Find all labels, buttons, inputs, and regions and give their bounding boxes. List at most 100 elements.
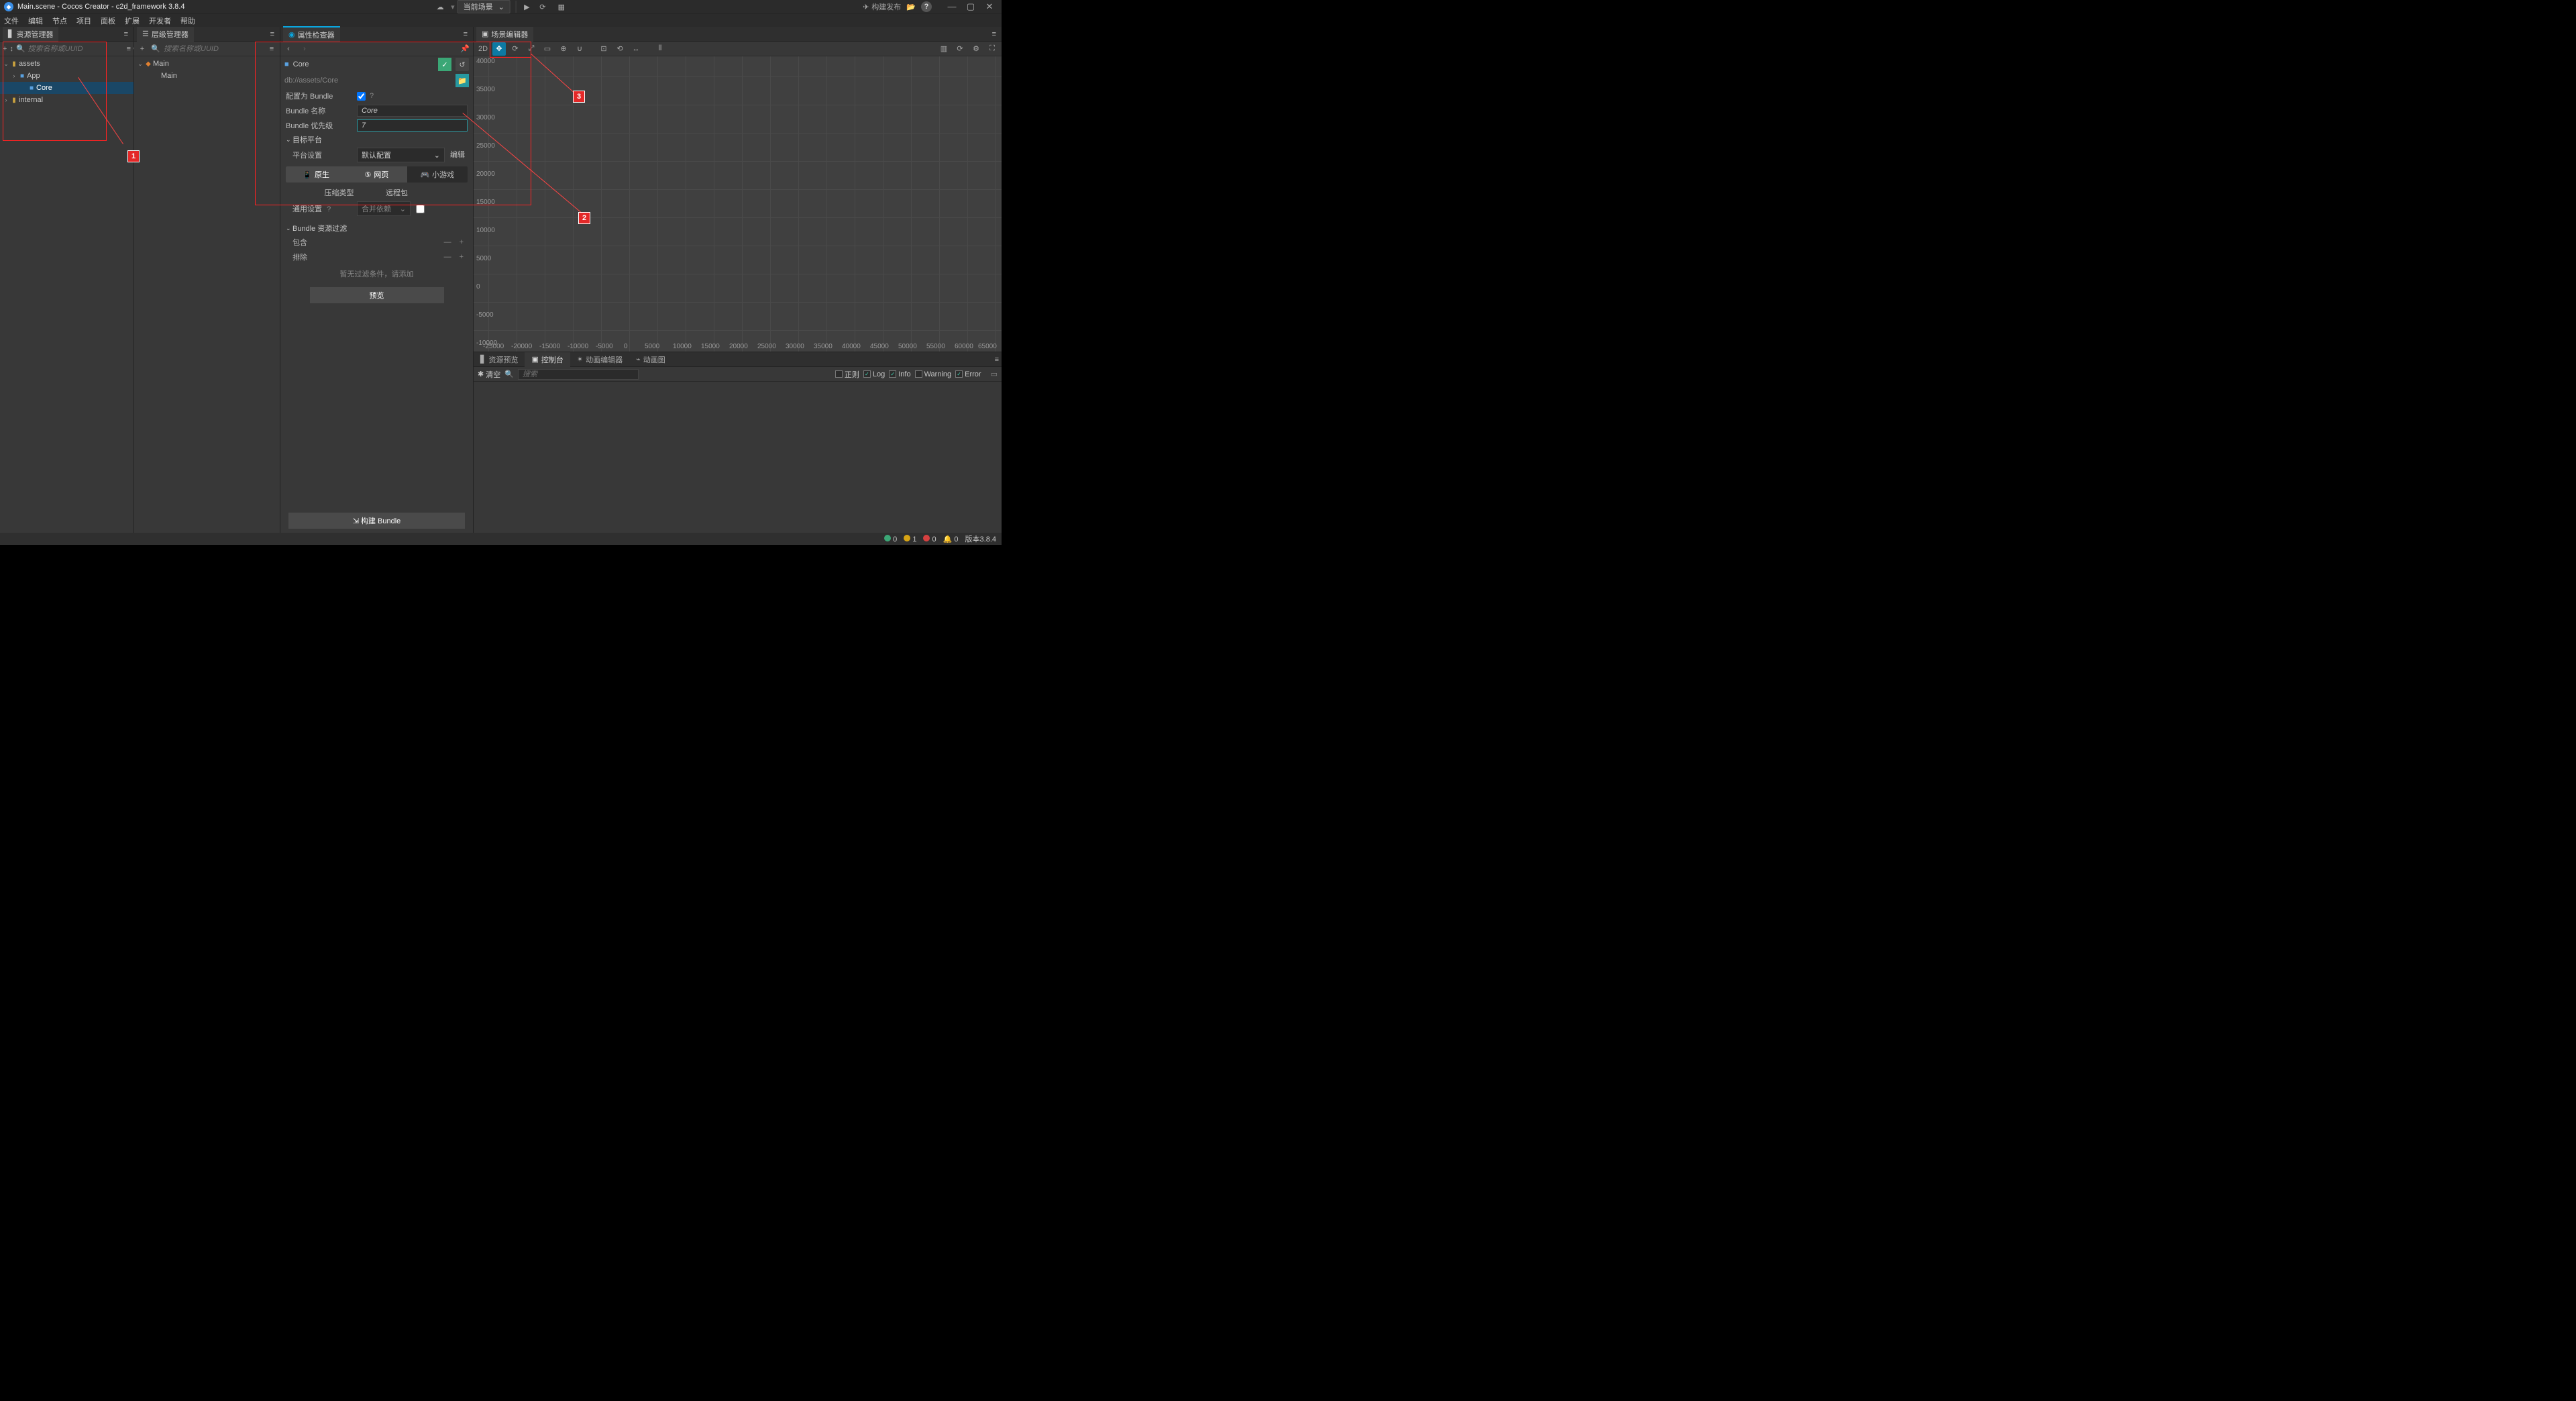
tab-console[interactable]: ▣控制台 xyxy=(525,352,570,367)
rotate-tool-button[interactable]: ⟳ xyxy=(508,42,522,56)
bundle-priority-input[interactable] xyxy=(357,119,468,132)
close-button[interactable]: ✕ xyxy=(980,1,999,12)
tree-node-internal[interactable]: › ▮ internal xyxy=(0,94,133,106)
preview-scene-dropdown[interactable]: 当前场景 ⌄ xyxy=(458,0,511,13)
chevron-right-icon[interactable]: › xyxy=(11,72,17,79)
tree-node-scene-root[interactable]: ⌄ ◆ Main xyxy=(134,58,280,70)
pill-native[interactable]: 📱原生 xyxy=(286,166,346,183)
chevron-right-icon[interactable]: › xyxy=(3,97,9,103)
build-bundle-button[interactable]: ⇲ 构建 Bundle xyxy=(288,513,465,529)
inspector-tab[interactable]: ◉ 属性检查器 xyxy=(283,26,340,42)
menu-panel[interactable]: 面板 xyxy=(101,15,115,26)
tab-asset-preview[interactable]: ▋资源预览 xyxy=(474,352,525,367)
status-warn[interactable]: 1 xyxy=(904,535,916,543)
add-node-button[interactable]: + xyxy=(137,45,148,53)
hierarchy-search-input[interactable] xyxy=(164,45,264,53)
collapse-all-button[interactable]: ≡ xyxy=(266,45,277,53)
assets-tab[interactable]: ▋ 资源管理器 xyxy=(3,27,58,42)
assets-search-input[interactable] xyxy=(28,45,124,53)
pill-web[interactable]: ⑤网页 xyxy=(346,166,407,183)
sort-button[interactable]: ↕ xyxy=(9,45,13,53)
forward-button[interactable]: › xyxy=(299,45,310,53)
status-notify[interactable]: 🔔 0 xyxy=(943,535,959,543)
menu-file[interactable]: 文件 xyxy=(4,15,19,26)
align-tool2-button[interactable]: ⟲ xyxy=(613,42,627,56)
status-info[interactable]: 0 xyxy=(884,535,897,543)
scene-tab[interactable]: ▣ 场景编辑器 xyxy=(476,27,533,42)
menu-help[interactable]: 帮助 xyxy=(180,15,195,26)
tree-node-app[interactable]: › ■ App xyxy=(0,70,133,82)
menu-extension[interactable]: 扩展 xyxy=(125,15,140,26)
pill-minigame[interactable]: 🎮小游戏 xyxy=(407,166,468,183)
back-button[interactable]: ‹ xyxy=(283,45,294,53)
reveal-button[interactable]: 📁 xyxy=(455,74,469,87)
bundle-filter-section[interactable]: ⌄ Bundle 资源过滤 xyxy=(280,221,473,235)
panel-menu-icon[interactable]: ≡ xyxy=(992,356,1002,364)
layout-button[interactable]: ▥ xyxy=(937,42,951,56)
add-exclude-button[interactable]: + xyxy=(455,253,468,261)
preview-mode-icon[interactable]: ☁ xyxy=(432,1,448,13)
tree-node-assets[interactable]: ⌄ ▮ assets xyxy=(0,58,133,70)
maximize-button[interactable]: ▢ xyxy=(961,1,980,12)
tree-node-main[interactable]: Main xyxy=(134,70,280,82)
align-tool-button[interactable]: ⊡ xyxy=(597,42,610,56)
chevron-down-icon[interactable]: ⌄ xyxy=(3,60,9,68)
add-asset-button[interactable]: + xyxy=(3,45,7,53)
settings-button[interactable]: ⦀ xyxy=(653,42,667,56)
apply-button[interactable]: ✓ xyxy=(438,58,451,71)
panel-menu-icon[interactable]: ≡ xyxy=(461,30,470,38)
tab-anim-editor[interactable]: ✶动画编辑器 xyxy=(570,352,629,367)
log-checkbox[interactable]: Log xyxy=(863,370,885,378)
clear-console-button[interactable]: ✱清空 xyxy=(478,369,500,380)
menu-developer[interactable]: 开发者 xyxy=(149,15,171,26)
bundle-name-input[interactable] xyxy=(357,105,468,117)
move-tool-button[interactable]: ✥ xyxy=(492,42,506,56)
rect-tool-button[interactable]: ▭ xyxy=(541,42,554,56)
open-folder-button[interactable]: 📂 xyxy=(906,3,916,11)
build-publish-button[interactable]: ✈ 构建发布 xyxy=(863,1,901,12)
regex-checkbox[interactable]: 正则 xyxy=(835,369,859,380)
tab-anim-graph[interactable]: ⌁动画图 xyxy=(629,352,672,367)
preview-filter-button[interactable]: 预览 xyxy=(310,287,444,303)
panel-menu-icon[interactable]: ≡ xyxy=(268,30,277,38)
help-button[interactable]: ? xyxy=(921,1,932,12)
console-search-input[interactable] xyxy=(518,369,639,380)
hierarchy-tab[interactable]: ☰ 层级管理器 xyxy=(137,27,194,42)
remove-include-button[interactable]: — xyxy=(440,238,455,246)
info-checkbox[interactable]: Info xyxy=(889,370,910,378)
menu-node[interactable]: 节点 xyxy=(52,15,67,26)
gear-button[interactable]: ⚙ xyxy=(969,42,983,56)
fullscreen-button[interactable]: ⛶ xyxy=(985,42,999,56)
camera-button[interactable]: ⟳ xyxy=(953,42,967,56)
scene-canvas[interactable]: 40000 35000 30000 25000 20000 15000 1000… xyxy=(474,56,1002,352)
pin-button[interactable]: 📌 xyxy=(460,44,470,53)
help-icon[interactable]: ? xyxy=(327,205,331,213)
remove-exclude-button[interactable]: — xyxy=(440,253,455,261)
collapse-all-button[interactable]: ≡ xyxy=(127,45,131,53)
menu-project[interactable]: 项目 xyxy=(76,15,91,26)
target-platform-section[interactable]: ⌄ 目标平台 xyxy=(280,133,473,146)
edit-config-button[interactable]: 编辑 xyxy=(447,148,468,162)
anchor-tool-button[interactable]: ⊕ xyxy=(557,42,570,56)
toggle-2d-button[interactable]: 2D xyxy=(476,42,490,56)
remote-pkg-checkbox[interactable] xyxy=(416,205,425,213)
panel-menu-icon[interactable]: ≡ xyxy=(989,30,999,38)
menu-edit[interactable]: 编辑 xyxy=(28,15,43,26)
panel-menu-icon[interactable]: ≡ xyxy=(121,30,131,38)
qr-button[interactable]: ▦ xyxy=(553,1,570,13)
snap-tool-button[interactable]: ∪ xyxy=(573,42,586,56)
tree-node-core[interactable]: ■ Core xyxy=(0,82,133,94)
console-settings-button[interactable]: ▭ xyxy=(991,370,998,378)
platform-config-select[interactable]: 默认配置 ⌄ xyxy=(357,148,445,162)
snap-increment-button[interactable]: ↔ xyxy=(629,42,643,56)
refresh-button[interactable]: ⟳ xyxy=(535,1,551,13)
warning-checkbox[interactable]: Warning xyxy=(915,370,952,378)
is-bundle-checkbox[interactable] xyxy=(357,92,366,101)
merge-deps-select[interactable]: 合并依赖 ⌄ xyxy=(357,201,411,216)
error-checkbox[interactable]: Error xyxy=(955,370,981,378)
play-button[interactable]: ▶ xyxy=(516,1,532,13)
chevron-down-icon[interactable]: ⌄ xyxy=(137,60,144,68)
scale-tool-button[interactable]: ⤢ xyxy=(525,42,538,56)
help-icon[interactable]: ? xyxy=(370,92,374,100)
add-include-button[interactable]: + xyxy=(455,238,468,246)
